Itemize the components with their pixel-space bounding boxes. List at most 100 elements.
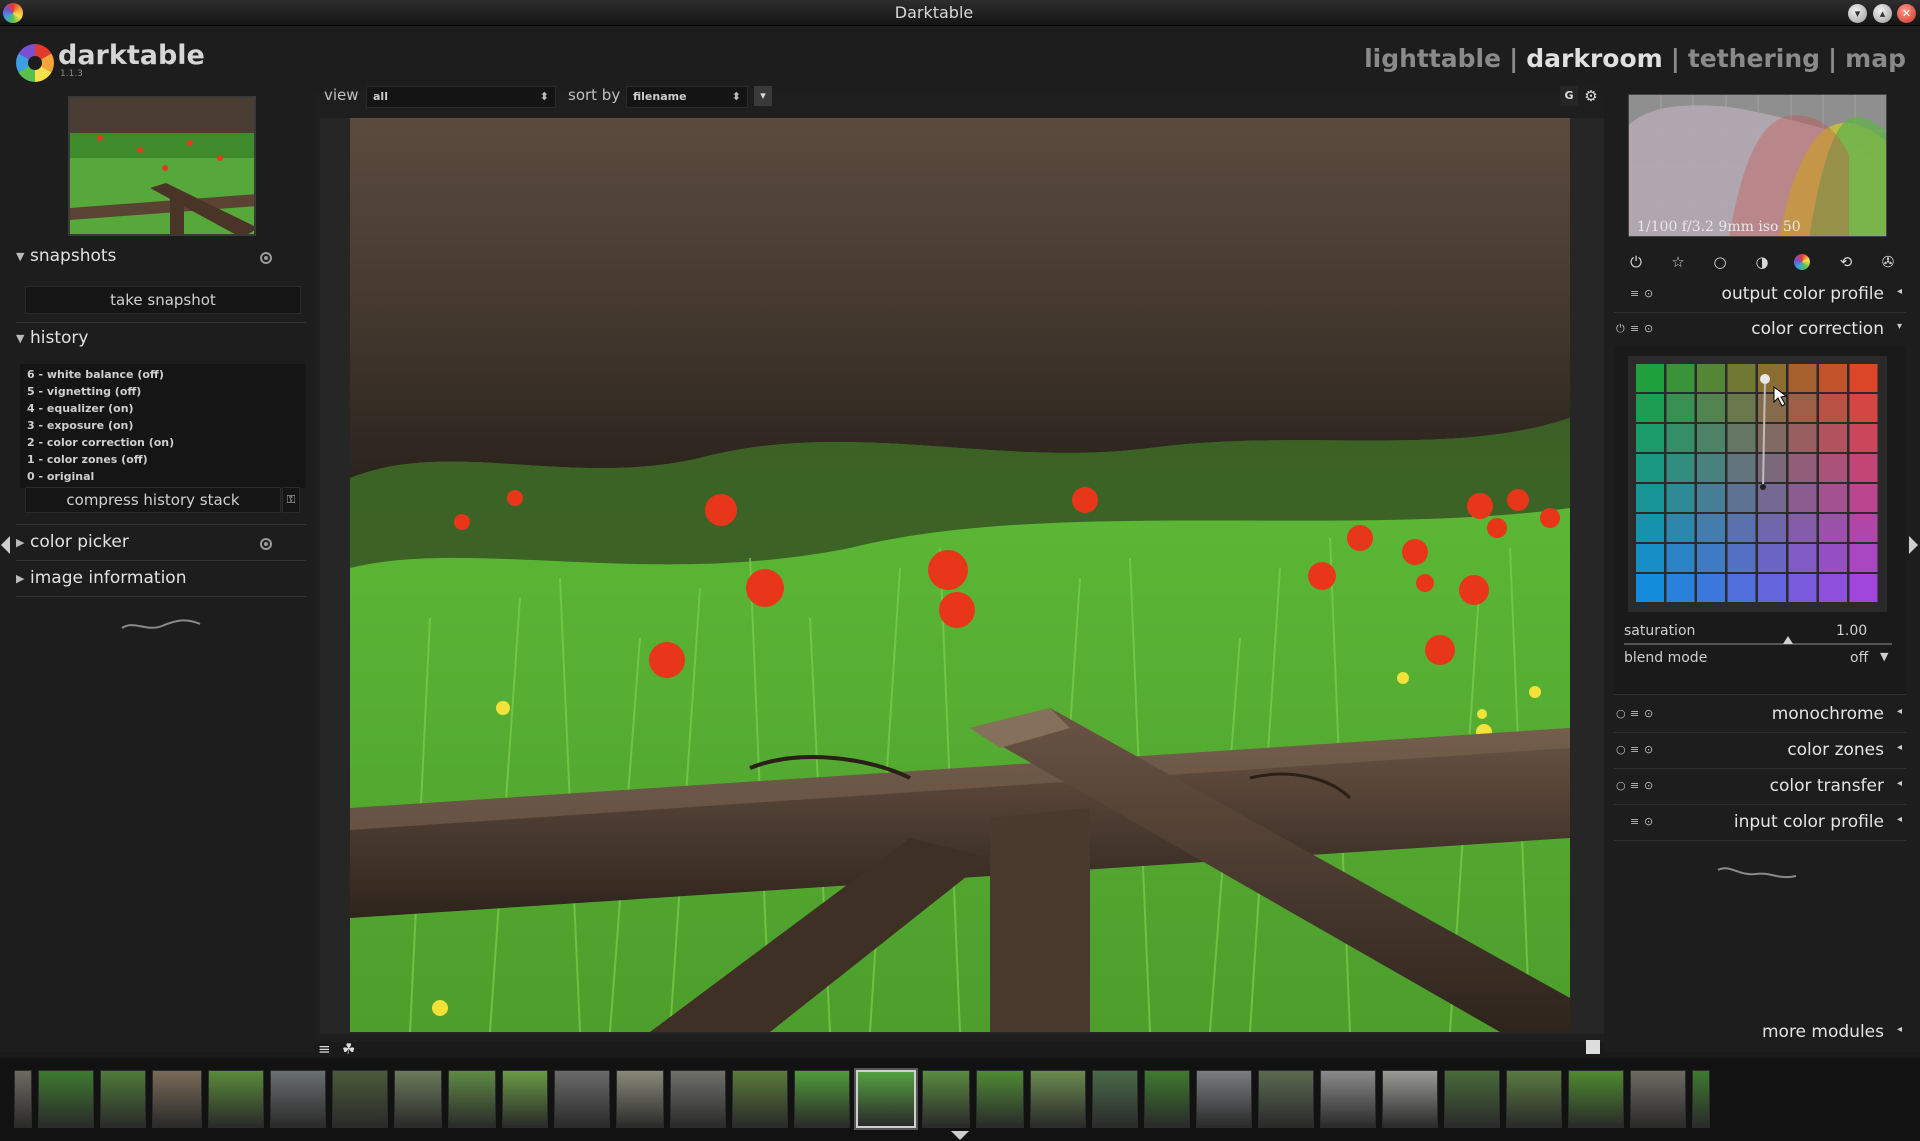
filmstrip-thumbnail[interactable]: [1444, 1070, 1500, 1128]
history-item[interactable]: 3 - exposure (on): [20, 417, 306, 434]
color-grid-cell[interactable]: [1758, 574, 1786, 602]
lock-icon[interactable]: ⚿: [282, 487, 300, 513]
filmstrip-thumbnail[interactable]: [270, 1070, 326, 1128]
color-grid-cell[interactable]: [1666, 574, 1695, 602]
color-grid-cell[interactable]: [1819, 544, 1847, 572]
filmstrip-thumbnail[interactable]: [922, 1070, 970, 1128]
filmstrip-thumbnail[interactable]: [794, 1070, 850, 1128]
view-darkroom[interactable]: darkroom: [1526, 44, 1662, 73]
presets-icon[interactable]: [260, 252, 272, 264]
more-modules-header[interactable]: more modules ◂: [1614, 1016, 1906, 1050]
color-grid-cell[interactable]: [1849, 574, 1878, 602]
collapse-right-panel-arrow[interactable]: [1909, 536, 1918, 554]
color-grid-cell[interactable]: [1849, 514, 1878, 542]
filmstrip-thumbnail[interactable]: [1320, 1070, 1376, 1128]
color-grid-cell[interactable]: [1666, 544, 1695, 572]
module-power-icon[interactable]: ○: [1616, 707, 1626, 720]
styles-icon[interactable]: ☘: [342, 1040, 355, 1058]
presets-icon[interactable]: [260, 538, 272, 550]
color-grid-cell[interactable]: [1697, 484, 1725, 512]
color-grid-cell[interactable]: [1819, 514, 1847, 542]
saturation-value[interactable]: 1.00: [1836, 623, 1867, 639]
maximize-button[interactable]: ▴: [1873, 4, 1892, 23]
hamburger-menu-icon[interactable]: ≡: [318, 1040, 331, 1058]
filmstrip-thumbnail[interactable]: [616, 1070, 664, 1128]
color-grid-cell[interactable]: [1788, 544, 1817, 572]
color-grid-cell[interactable]: [1697, 454, 1725, 482]
color-grid-cell[interactable]: [1788, 514, 1817, 542]
color-grid-cell[interactable]: [1788, 574, 1817, 602]
color-grid-cell[interactable]: [1636, 544, 1664, 572]
color-grid-cell[interactable]: [1758, 514, 1786, 542]
color-assessment-icon[interactable]: [1586, 1040, 1600, 1054]
filmstrip-thumbnail[interactable]: [38, 1070, 94, 1128]
filmstrip-thumbnail[interactable]: [1506, 1070, 1562, 1128]
filmstrip-thumbnail[interactable]: [1196, 1070, 1252, 1128]
color-grid-cell[interactable]: [1636, 574, 1664, 602]
filmstrip-thumbnail[interactable]: [208, 1070, 264, 1128]
color-grid-cell[interactable]: [1727, 544, 1756, 572]
color-grid-cell[interactable]: [1666, 424, 1695, 452]
blend-mode-value[interactable]: off: [1850, 650, 1868, 666]
color-grid-cell[interactable]: [1788, 424, 1817, 452]
filmstrip-thumbnail[interactable]: [100, 1070, 146, 1128]
color-grid-cell[interactable]: [1758, 544, 1786, 572]
color-grid-cell[interactable]: [1697, 364, 1725, 392]
reset-icon[interactable]: ⊙: [1644, 322, 1653, 335]
color-grid-cell[interactable]: [1666, 514, 1695, 542]
presets-icon[interactable]: ≡: [1630, 779, 1639, 792]
color-grid-cell[interactable]: [1636, 454, 1664, 482]
color-grid-cell[interactable]: [1727, 514, 1756, 542]
module-power-icon[interactable]: ⏻: [1616, 322, 1625, 336]
color-grid-cell[interactable]: [1849, 454, 1878, 482]
color-grid-cell[interactable]: [1819, 574, 1847, 602]
color-grid-cell[interactable]: [1666, 454, 1695, 482]
tone-group-icon[interactable]: ◑: [1752, 252, 1772, 272]
color-grid-cell[interactable]: [1819, 364, 1847, 392]
color-grid-cell[interactable]: [1697, 574, 1725, 602]
color-correction-grid[interactable]: [1628, 356, 1887, 612]
sort-combobox[interactable]: filename ⬍: [626, 86, 748, 108]
filmstrip-thumbnail[interactable]: [332, 1070, 388, 1128]
filmstrip-thumbnail[interactable]: [1144, 1070, 1190, 1128]
color-grid-cell[interactable]: [1697, 424, 1725, 452]
color-grid-cell[interactable]: [1849, 364, 1878, 392]
filmstrip-thumbnail[interactable]: [1568, 1070, 1624, 1128]
close-button[interactable]: ✕: [1897, 4, 1916, 23]
filmstrip-thumbnail[interactable]: [1382, 1070, 1438, 1128]
filmstrip-thumbnail[interactable]: [502, 1070, 548, 1128]
filmstrip-thumbnail[interactable]: [1630, 1070, 1686, 1128]
effect-group-icon[interactable]: ✇: [1878, 252, 1898, 272]
color-grid-cell[interactable]: [1636, 424, 1664, 452]
saturation-slider-track[interactable]: [1624, 643, 1892, 645]
reset-icon[interactable]: ⊙: [1644, 743, 1653, 756]
favorites-icon[interactable]: ☆: [1668, 252, 1688, 272]
color-grid-cell[interactable]: [1636, 484, 1664, 512]
collapse-bottom-panel-arrow[interactable]: [951, 1131, 969, 1140]
filmstrip-thumbnail[interactable]: [732, 1070, 788, 1128]
preferences-gear-icon[interactable]: ⚙: [1582, 86, 1600, 106]
module-monochrome[interactable]: ○ ≡ ⊙ monochrome ◂: [1614, 698, 1906, 732]
view-tethering[interactable]: tethering: [1688, 44, 1820, 73]
filmstrip-thumbnail[interactable]: [1692, 1070, 1710, 1128]
history-item[interactable]: 1 - color zones (off): [20, 451, 306, 468]
filmstrip-thumbnail[interactable]: [152, 1070, 202, 1128]
dropdown-arrow-icon[interactable]: ▼: [1880, 650, 1888, 663]
color-grid-cell[interactable]: [1697, 514, 1725, 542]
reset-icon[interactable]: ⊙: [1644, 779, 1653, 792]
view-filter-combobox[interactable]: all ⬍: [366, 86, 556, 108]
presets-icon[interactable]: ≡: [1630, 322, 1639, 335]
filmstrip-thumbnail[interactable]: [670, 1070, 726, 1128]
compress-history-button[interactable]: compress history stack: [25, 487, 281, 513]
color-grid-cell[interactable]: [1636, 514, 1664, 542]
presets-icon[interactable]: ≡: [1630, 287, 1639, 300]
color-grid-cell[interactable]: [1697, 394, 1725, 422]
filmstrip-thumbnail[interactable]: [1030, 1070, 1086, 1128]
history-item[interactable]: 6 - white balance (off): [20, 366, 306, 383]
color-grid-cell[interactable]: [1819, 484, 1847, 512]
presets-icon[interactable]: ≡: [1630, 815, 1639, 828]
color-grid-cell[interactable]: [1819, 394, 1847, 422]
color-grid-cell[interactable]: [1697, 544, 1725, 572]
sort-order-button[interactable]: ▾: [754, 86, 772, 106]
color-grid-cell[interactable]: [1788, 454, 1817, 482]
